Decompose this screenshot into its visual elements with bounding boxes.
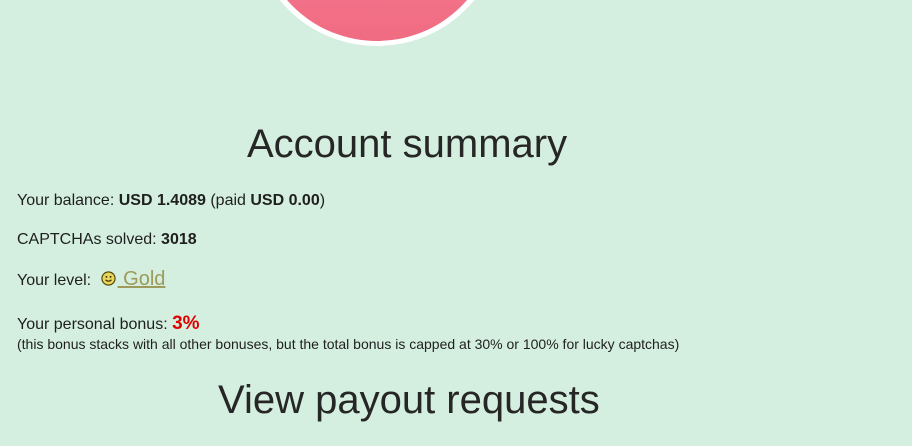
paid-suffix: ) bbox=[319, 192, 326, 209]
captchas-label: CAPTCHAs solved: bbox=[17, 231, 162, 248]
paid-prefix: (paid bbox=[205, 192, 251, 209]
personal-bonus-label: Your personal bonus: bbox=[17, 316, 173, 333]
balance-line: Your balance: USD 1.4089 (paid USD 0.00) bbox=[17, 191, 325, 211]
account-summary-title: Account summary bbox=[247, 122, 568, 166]
bonus-note: (this bonus stacks with all other bonuse… bbox=[17, 336, 680, 352]
captchas-value: 3018 bbox=[161, 231, 197, 248]
payout-requests-title: View payout requests bbox=[218, 378, 600, 422]
balance-value: USD 1.4089 bbox=[118, 192, 206, 209]
personal-bonus-line: Your personal bonus: 3% bbox=[17, 314, 200, 335]
logo-circle bbox=[253, 0, 501, 46]
paid-value: USD 0.00 bbox=[250, 192, 320, 209]
level-label: Your level: bbox=[17, 272, 96, 289]
balance-label: Your balance: bbox=[17, 192, 119, 209]
personal-bonus-value: 3% bbox=[172, 313, 200, 334]
level-line: Your level: Gold bbox=[17, 269, 165, 291]
level-link[interactable]: Gold bbox=[118, 268, 165, 290]
logo-circle-fill bbox=[259, 0, 495, 41]
level-badge-icon bbox=[100, 271, 116, 286]
captchas-line: CAPTCHAs solved: 3018 bbox=[17, 230, 197, 250]
